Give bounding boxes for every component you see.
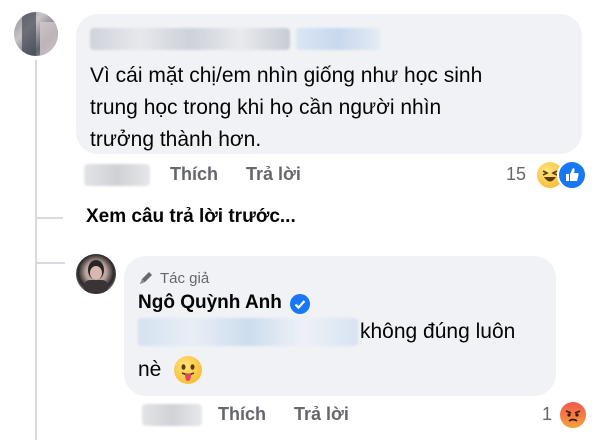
author-badge-icon — [138, 270, 154, 286]
mention-redacted[interactable] — [138, 318, 358, 346]
timestamp-redacted — [84, 164, 150, 186]
comment-text-line-2: trung học trong khi họ cần người nhìn — [90, 96, 442, 119]
tongue-out-emoji-icon — [174, 356, 202, 384]
author-name[interactable]: Ngô Quỳnh Anh — [138, 292, 282, 314]
thread-line-branch-2 — [35, 262, 65, 264]
thread-line-vertical — [35, 60, 37, 440]
author-avatar[interactable] — [76, 254, 116, 294]
comment-text-line-3: trưởng thành hơn. — [90, 128, 262, 151]
like-icon[interactable] — [557, 160, 587, 190]
comment-bubble: Vì cái mặt chị/em nhìn giống như học sin… — [76, 14, 582, 154]
verified-badge-icon — [290, 294, 310, 314]
reply-like-link[interactable]: Thích — [218, 404, 266, 425]
reply-timestamp-redacted — [142, 404, 202, 426]
reply-reply-link[interactable]: Trả lời — [294, 404, 349, 425]
commenter-tag-redacted — [296, 28, 380, 50]
reply-reaction-count[interactable]: 1 — [542, 404, 552, 425]
angry-icon[interactable] — [558, 400, 588, 430]
thread-line-branch-1 — [35, 217, 63, 219]
commenter-name-redacted[interactable] — [90, 28, 290, 50]
author-badge-label: Tác giả — [160, 270, 210, 287]
view-previous-replies-link[interactable]: Xem câu trả lời trước... — [86, 206, 296, 228]
commenter-avatar[interactable] — [14, 12, 58, 56]
reply-text-line-2: nè — [138, 358, 162, 381]
like-link[interactable]: Thích — [170, 164, 218, 185]
comment-text-line-1: Vì cái mặt chị/em nhìn giống như học sin… — [90, 64, 483, 87]
reply-text-line-1: không đúng luôn — [360, 320, 516, 343]
reply-link[interactable]: Trả lời — [246, 164, 301, 185]
reply-bubble: Tác giả Ngô Quỳnh Anh không đúng luôn nè — [124, 256, 556, 396]
comment-text: Vì cái mặt chị/em nhìn giống như học sin… — [90, 60, 482, 156]
reaction-count[interactable]: 15 — [506, 164, 526, 185]
